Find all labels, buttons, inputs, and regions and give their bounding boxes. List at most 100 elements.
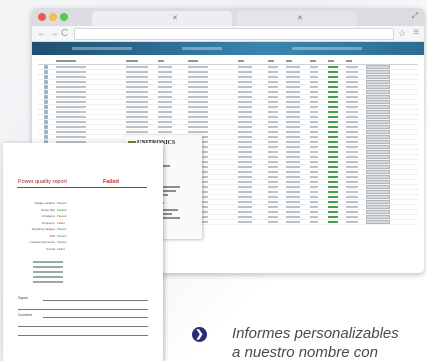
table-cell xyxy=(126,66,148,68)
report-title: Power quality report xyxy=(18,179,67,185)
row-action-button[interactable] xyxy=(366,120,390,124)
expand-icon[interactable]: ⤢ xyxy=(412,11,418,21)
row-action-button[interactable] xyxy=(366,125,390,129)
row-action-button[interactable] xyxy=(366,70,390,74)
reload-icon[interactable]: C xyxy=(61,28,68,40)
header-decoration xyxy=(292,47,362,50)
table-cell xyxy=(238,141,252,143)
report-result-row: Flicker (Plt) Passed xyxy=(17,208,66,212)
row-action-button[interactable] xyxy=(366,130,390,134)
row-action-button[interactable] xyxy=(366,180,390,184)
table-cell xyxy=(328,101,338,103)
table-cell xyxy=(158,96,172,98)
row-action-button[interactable] xyxy=(366,95,390,99)
row-action-button[interactable] xyxy=(366,185,390,189)
row-action-button[interactable] xyxy=(366,200,390,204)
table-header xyxy=(38,58,418,65)
table-cell xyxy=(56,91,86,93)
summary-line xyxy=(33,270,65,274)
table-cell xyxy=(238,96,252,98)
row-action-button[interactable] xyxy=(366,170,390,174)
table-cell xyxy=(346,161,358,163)
table-cell xyxy=(310,156,318,158)
table-cell xyxy=(346,186,358,188)
table-cell xyxy=(328,141,338,143)
address-bar[interactable] xyxy=(74,28,394,40)
back-icon[interactable]: ← xyxy=(37,28,47,40)
table-cell xyxy=(310,176,318,178)
close-tab-icon[interactable]: ✕ xyxy=(172,14,178,22)
row-action-button[interactable] xyxy=(366,75,390,79)
bookmark-star-icon[interactable]: ☆ xyxy=(398,28,406,39)
table-cell xyxy=(310,136,318,138)
table-cell xyxy=(238,171,252,173)
row-action-button[interactable] xyxy=(366,155,390,159)
close-tab-icon[interactable]: ✕ xyxy=(297,14,303,22)
row-action-button[interactable] xyxy=(366,110,390,114)
table-cell xyxy=(286,166,300,168)
summary-line xyxy=(33,280,65,284)
maximize-window-button[interactable] xyxy=(60,13,68,21)
result-label: Signalling voltages xyxy=(31,227,55,231)
table-cell xyxy=(126,121,148,123)
row-action-button[interactable] xyxy=(366,135,390,139)
result-label: Individual harmonics xyxy=(29,240,56,244)
row-action-button[interactable] xyxy=(366,85,390,89)
menu-icon[interactable]: ≡ xyxy=(413,27,419,38)
table-cell xyxy=(328,86,338,88)
table-cell xyxy=(310,211,318,213)
table-cell xyxy=(286,91,300,93)
navigation-bar: ← → C ☆ ≡ xyxy=(32,26,424,42)
row-action-button[interactable] xyxy=(366,90,390,94)
row-action-button[interactable] xyxy=(366,80,390,84)
row-action-button[interactable] xyxy=(366,210,390,214)
table-cell xyxy=(56,116,86,118)
table-cell xyxy=(286,66,300,68)
close-window-button[interactable] xyxy=(38,13,46,21)
row-action-button[interactable] xyxy=(366,140,390,144)
table-cell xyxy=(268,60,274,62)
table-cell xyxy=(268,156,278,158)
table-cell xyxy=(188,121,208,123)
row-action-button[interactable] xyxy=(366,65,390,69)
table-cell xyxy=(346,86,358,88)
row-action-button[interactable] xyxy=(366,160,390,164)
row-action-button[interactable] xyxy=(366,100,390,104)
row-action-button[interactable] xyxy=(366,205,390,209)
table-cell xyxy=(126,86,148,88)
row-action-button[interactable] xyxy=(366,175,390,179)
table-cell xyxy=(268,81,278,83)
table-cell xyxy=(158,116,172,118)
table-cell xyxy=(188,126,208,128)
row-action-button[interactable] xyxy=(366,105,390,109)
table-cell xyxy=(328,121,338,123)
row-action-button[interactable] xyxy=(366,115,390,119)
table-cell xyxy=(238,181,252,183)
table-cell xyxy=(56,136,86,138)
row-action-button[interactable] xyxy=(366,190,390,194)
minimize-window-button[interactable] xyxy=(49,13,57,21)
row-action-button[interactable] xyxy=(366,150,390,154)
table-cell xyxy=(328,111,338,113)
table-cell xyxy=(56,121,86,123)
table-cell xyxy=(286,151,300,153)
browser-tab[interactable]: ✕ xyxy=(92,11,232,26)
table-cell xyxy=(328,81,338,83)
table-cell xyxy=(346,141,358,143)
browser-tab-2[interactable]: ✕ xyxy=(237,11,357,26)
table-cell xyxy=(158,66,172,68)
row-action-button[interactable] xyxy=(366,195,390,199)
row-icon xyxy=(44,90,48,94)
table-cell xyxy=(310,141,318,143)
row-action-button[interactable] xyxy=(366,165,390,169)
table-cell xyxy=(238,106,252,108)
forward-icon[interactable]: → xyxy=(49,28,59,40)
report-result-row: Frequency Failed xyxy=(17,221,65,225)
row-action-button[interactable] xyxy=(366,215,390,219)
table-cell xyxy=(346,201,358,203)
table-cell xyxy=(310,71,318,73)
row-action-button[interactable] xyxy=(366,145,390,149)
row-action-button[interactable] xyxy=(366,220,390,224)
table-cell xyxy=(310,166,318,168)
table-cell xyxy=(158,121,172,123)
